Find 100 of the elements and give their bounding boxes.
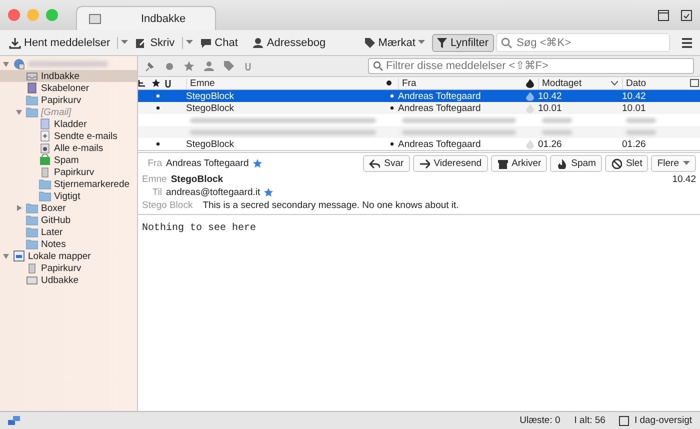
unread-dot-icon[interactable]: [156, 106, 160, 110]
caret-icon: [418, 40, 426, 45]
sender-name[interactable]: Andreas Toftegaard: [166, 158, 249, 169]
unread-dot-icon[interactable]: [156, 94, 160, 98]
folder-item[interactable]: Lokale mapper: [0, 250, 137, 262]
tag-button[interactable]: Mærkat: [359, 34, 430, 52]
folder-icon: [26, 226, 38, 238]
toolbar-button[interactable]: Skriv: [130, 34, 180, 52]
network-icon[interactable]: [8, 416, 20, 426]
expanded-icon[interactable]: [2, 252, 10, 260]
search-icon: [500, 37, 512, 48]
read-status-icon[interactable]: [386, 80, 392, 86]
toolbar-button[interactable]: Hent meddelelser: [4, 34, 116, 52]
folder-icon: [39, 166, 51, 178]
unread-dot-icon[interactable]: [156, 142, 160, 146]
unread-dot-icon[interactable]: [390, 106, 394, 110]
message-row[interactable]: StegoBlock Andreas Toftegaard 01.26 01.26: [138, 138, 700, 150]
contact-icon[interactable]: [204, 61, 214, 71]
pin-icon[interactable]: [144, 60, 155, 72]
folder-icon: [26, 214, 38, 226]
expanded-icon[interactable]: [2, 60, 10, 68]
star-icon[interactable]: [184, 61, 194, 71]
column-header[interactable]: Emne: [186, 78, 386, 88]
column-picker-icon[interactable]: [690, 79, 699, 87]
inbox-tab[interactable]: Indbakke: [76, 6, 216, 30]
field-label: Til: [151, 186, 162, 198]
folder-icon: [26, 202, 38, 214]
toolbar-button[interactable]: Chat: [194, 34, 243, 52]
folder-item[interactable]: Spam: [0, 154, 137, 166]
message-body: Nothing to see here: [141, 222, 258, 236]
toolbar-button[interactable]: Adressebog: [246, 34, 331, 52]
caret-icon[interactable]: [121, 40, 128, 45]
collapsed-icon[interactable]: [15, 204, 23, 212]
folder-item[interactable]: Papirkurv: [0, 262, 137, 274]
folder-item[interactable]: Papirkurv: [0, 166, 137, 178]
folder-item[interactable]: Kladder: [0, 118, 137, 130]
header-value: This is a secred secondary message. No one knows about it.: [202, 200, 459, 210]
date-cell-text: 01.26: [622, 138, 647, 150]
action-button[interactable]: Svar: [363, 155, 410, 172]
action-button[interactable]: Spam: [550, 155, 602, 172]
calendar-icon[interactable]: [658, 9, 669, 21]
folder-item[interactable]: Boxer: [0, 202, 137, 214]
folder-icon: [26, 106, 38, 118]
column-header[interactable]: Dato: [622, 78, 690, 88]
subject-text: StegoBlock: [170, 174, 224, 184]
action-button[interactable]: Arkiver: [490, 155, 548, 172]
sort-caret-icon[interactable]: [611, 80, 618, 86]
field-label: Fra: [146, 158, 162, 169]
folder-item[interactable]: Indbakke: [0, 70, 137, 82]
today-pane-toggle[interactable]: I dag-oversigt: [634, 415, 692, 426]
folder-item[interactable]: Sendte e-mails: [0, 130, 137, 142]
download-icon: [9, 36, 21, 48]
chat-icon: [200, 36, 212, 48]
folder-item[interactable]: Skabeloner: [0, 82, 137, 94]
filter-field[interactable]: Filtrer disse meddelelser <⇧⌘F>: [368, 58, 694, 74]
folder-item[interactable]: Later: [0, 226, 137, 238]
subject-cell-text: StegoBlock: [186, 102, 236, 114]
star-icon[interactable]: [152, 79, 160, 87]
message-row[interactable]: StegoBlock Andreas Toftegaard 10.42 10.42: [138, 90, 700, 102]
message-row[interactable]: StegoBlock Andreas Toftegaard 10.01 10.01: [138, 102, 700, 114]
action-button[interactable]: Videresend: [412, 155, 488, 172]
forward-icon: [418, 158, 430, 169]
received-cell-text: 01.26: [538, 138, 563, 150]
spam-icon: [556, 158, 568, 169]
quick-filter-button[interactable]: Lynfilter: [432, 34, 494, 52]
menu-icon[interactable]: [682, 38, 692, 48]
action-button[interactable]: Flere: [651, 155, 696, 172]
action-button[interactable]: Slet: [604, 155, 648, 172]
unread-icon[interactable]: [165, 62, 174, 70]
folder-item[interactable]: Alle e-mails: [0, 142, 137, 154]
inbox-icon: [89, 14, 101, 24]
search-field[interactable]: Søg <⌘K>: [496, 33, 670, 52]
sender-cell-text: Andreas Toftegaard: [398, 102, 482, 114]
folder-item[interactable]: Vigtigt: [0, 190, 137, 202]
person-icon: [252, 36, 264, 48]
folder-item[interactable]: Stjernemarkerede: [0, 178, 137, 190]
folder-item[interactable]: Udbakke: [0, 274, 137, 286]
total-count: I alt: 56: [574, 415, 606, 426]
tag-icon[interactable]: [224, 61, 234, 71]
folder-item[interactable]: Papirkurv: [0, 94, 137, 106]
filter-icon: [437, 38, 448, 48]
calendar-icon[interactable]: [619, 415, 630, 426]
expanded-icon[interactable]: [15, 108, 23, 116]
archive-icon: [496, 158, 508, 169]
task-icon[interactable]: [681, 9, 692, 21]
folder-item[interactable]: GitHub: [0, 214, 137, 226]
folder-icon: [13, 250, 25, 262]
folder-icon: [26, 262, 38, 274]
recipient-address[interactable]: andreas@toftegaard.it: [166, 186, 260, 198]
star-icon[interactable]: [252, 159, 262, 168]
sender-cell-text: Andreas Toftegaard: [398, 90, 482, 102]
star-icon[interactable]: [264, 188, 274, 196]
unread-dot-icon[interactable]: [390, 94, 394, 98]
folder-icon: [26, 70, 38, 82]
unread-dot-icon[interactable]: [390, 142, 394, 146]
folder-icon: [39, 190, 51, 202]
close-button[interactable]: [8, 9, 20, 21]
column-header[interactable]: Modtaget: [538, 78, 622, 88]
folder-item[interactable]: Notes: [0, 238, 137, 250]
caret-icon[interactable]: [186, 40, 193, 45]
